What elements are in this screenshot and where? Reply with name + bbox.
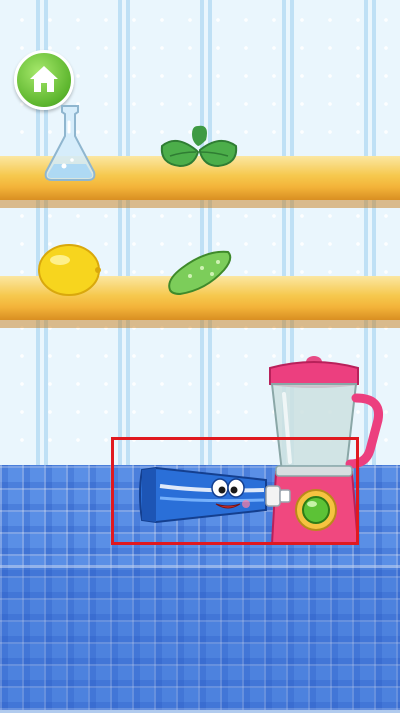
flask-icon (44, 105, 96, 181)
home-icon (30, 66, 58, 92)
cucumber-icon (168, 250, 232, 296)
tablecloth-front (0, 565, 400, 713)
lemon-item[interactable] (34, 240, 104, 300)
highlight-box (111, 437, 359, 545)
flask-item[interactable] (42, 102, 98, 182)
lemon-icon (38, 244, 101, 296)
mint-item[interactable] (156, 120, 240, 176)
cucumber-item[interactable] (162, 246, 236, 298)
home-button[interactable] (14, 50, 74, 110)
mint-leaves-icon (160, 125, 238, 168)
